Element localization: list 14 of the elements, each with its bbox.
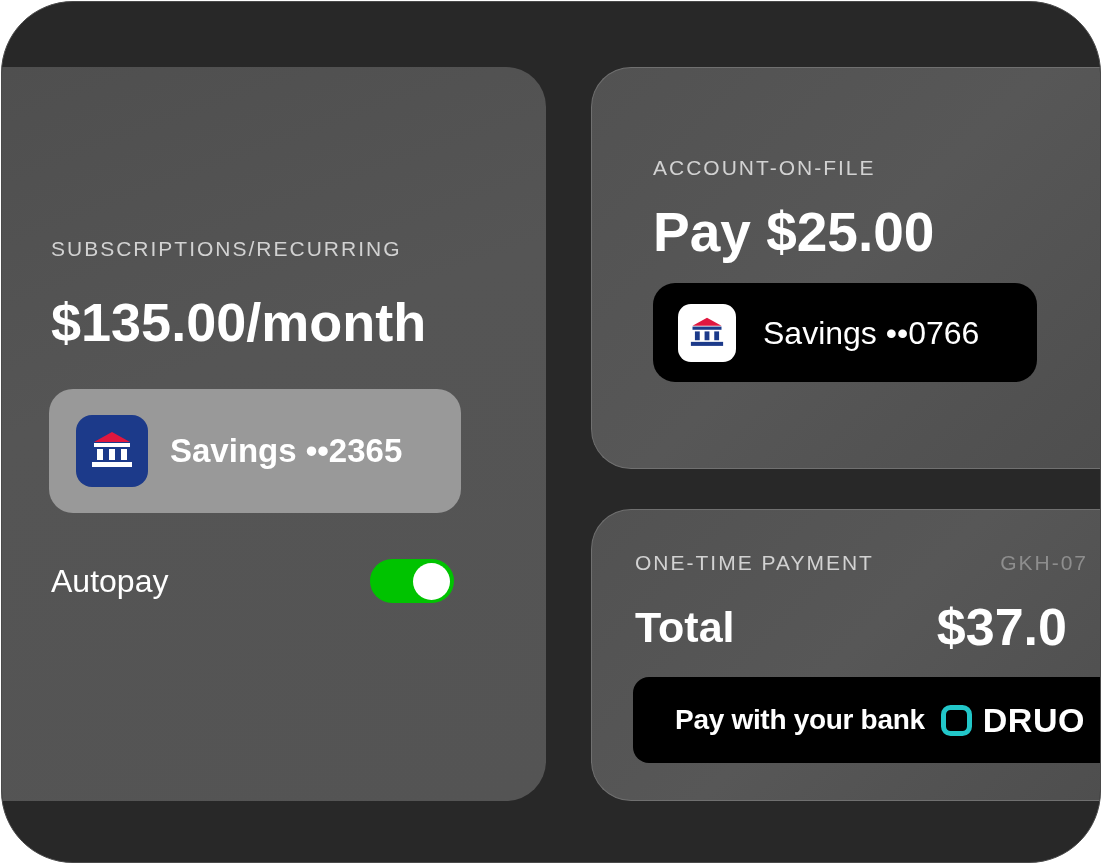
section-label: SUBSCRIPTIONS/RECURRING [51,237,402,261]
pay-amount-title: Pay $25.00 [653,202,935,262]
rounded-square-logo-icon [940,704,972,736]
section-label: ONE-TIME PAYMENT [635,551,874,575]
monthly-amount: $135.00/month [51,293,427,351]
autopay-toggle[interactable] [370,559,454,603]
total-amount: $37.0 [936,599,1067,655]
section-label: ACCOUNT-ON-FILE [653,156,876,180]
pay-with-bank-button[interactable]: Pay with your bank DRUO [633,677,1100,763]
logo-text: DRUO [982,699,1085,741]
total-label: Total [635,602,735,653]
account-selector[interactable]: Savings ••0766 [653,283,1037,382]
reference-code: GKH-07 [1000,551,1088,575]
autopay-label: Autopay [51,562,169,600]
